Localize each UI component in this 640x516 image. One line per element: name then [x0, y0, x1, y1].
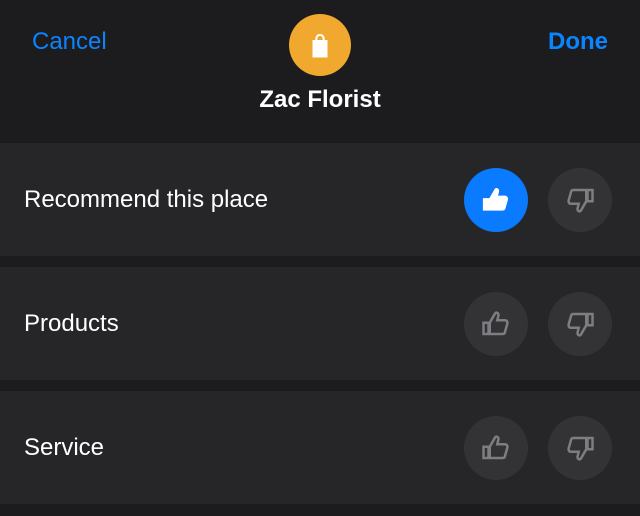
- thumbs-up-icon: [481, 309, 511, 339]
- place-category-icon: [289, 14, 351, 76]
- thumbs-up-button[interactable]: [464, 168, 528, 232]
- cancel-button[interactable]: Cancel: [32, 28, 107, 56]
- place-title: Zac Florist: [259, 86, 380, 114]
- shopping-bag-icon: [305, 30, 335, 60]
- rating-row-recommend: Recommend this place: [0, 142, 640, 256]
- thumbs-down-button[interactable]: [548, 168, 612, 232]
- thumbs-down-button[interactable]: [548, 292, 612, 356]
- rating-header: Cancel Done Zac Florist: [0, 0, 640, 130]
- rating-row-label: Service: [24, 434, 104, 462]
- thumbs-up-icon: [481, 433, 511, 463]
- rating-row-label: Recommend this place: [24, 186, 268, 214]
- rating-list: Recommend this place Products: [0, 142, 640, 504]
- thumbs-down-button[interactable]: [548, 416, 612, 480]
- vote-group: [464, 168, 612, 232]
- done-button[interactable]: Done: [548, 28, 608, 56]
- thumbs-up-button[interactable]: [464, 416, 528, 480]
- rating-row-label: Products: [24, 310, 119, 338]
- rating-row-service: Service: [0, 390, 640, 504]
- thumbs-down-icon: [565, 309, 595, 339]
- rating-row-products: Products: [0, 266, 640, 380]
- vote-group: [464, 292, 612, 356]
- thumbs-up-button[interactable]: [464, 292, 528, 356]
- thumbs-up-icon: [481, 185, 511, 215]
- thumbs-down-icon: [565, 185, 595, 215]
- thumbs-down-icon: [565, 433, 595, 463]
- vote-group: [464, 416, 612, 480]
